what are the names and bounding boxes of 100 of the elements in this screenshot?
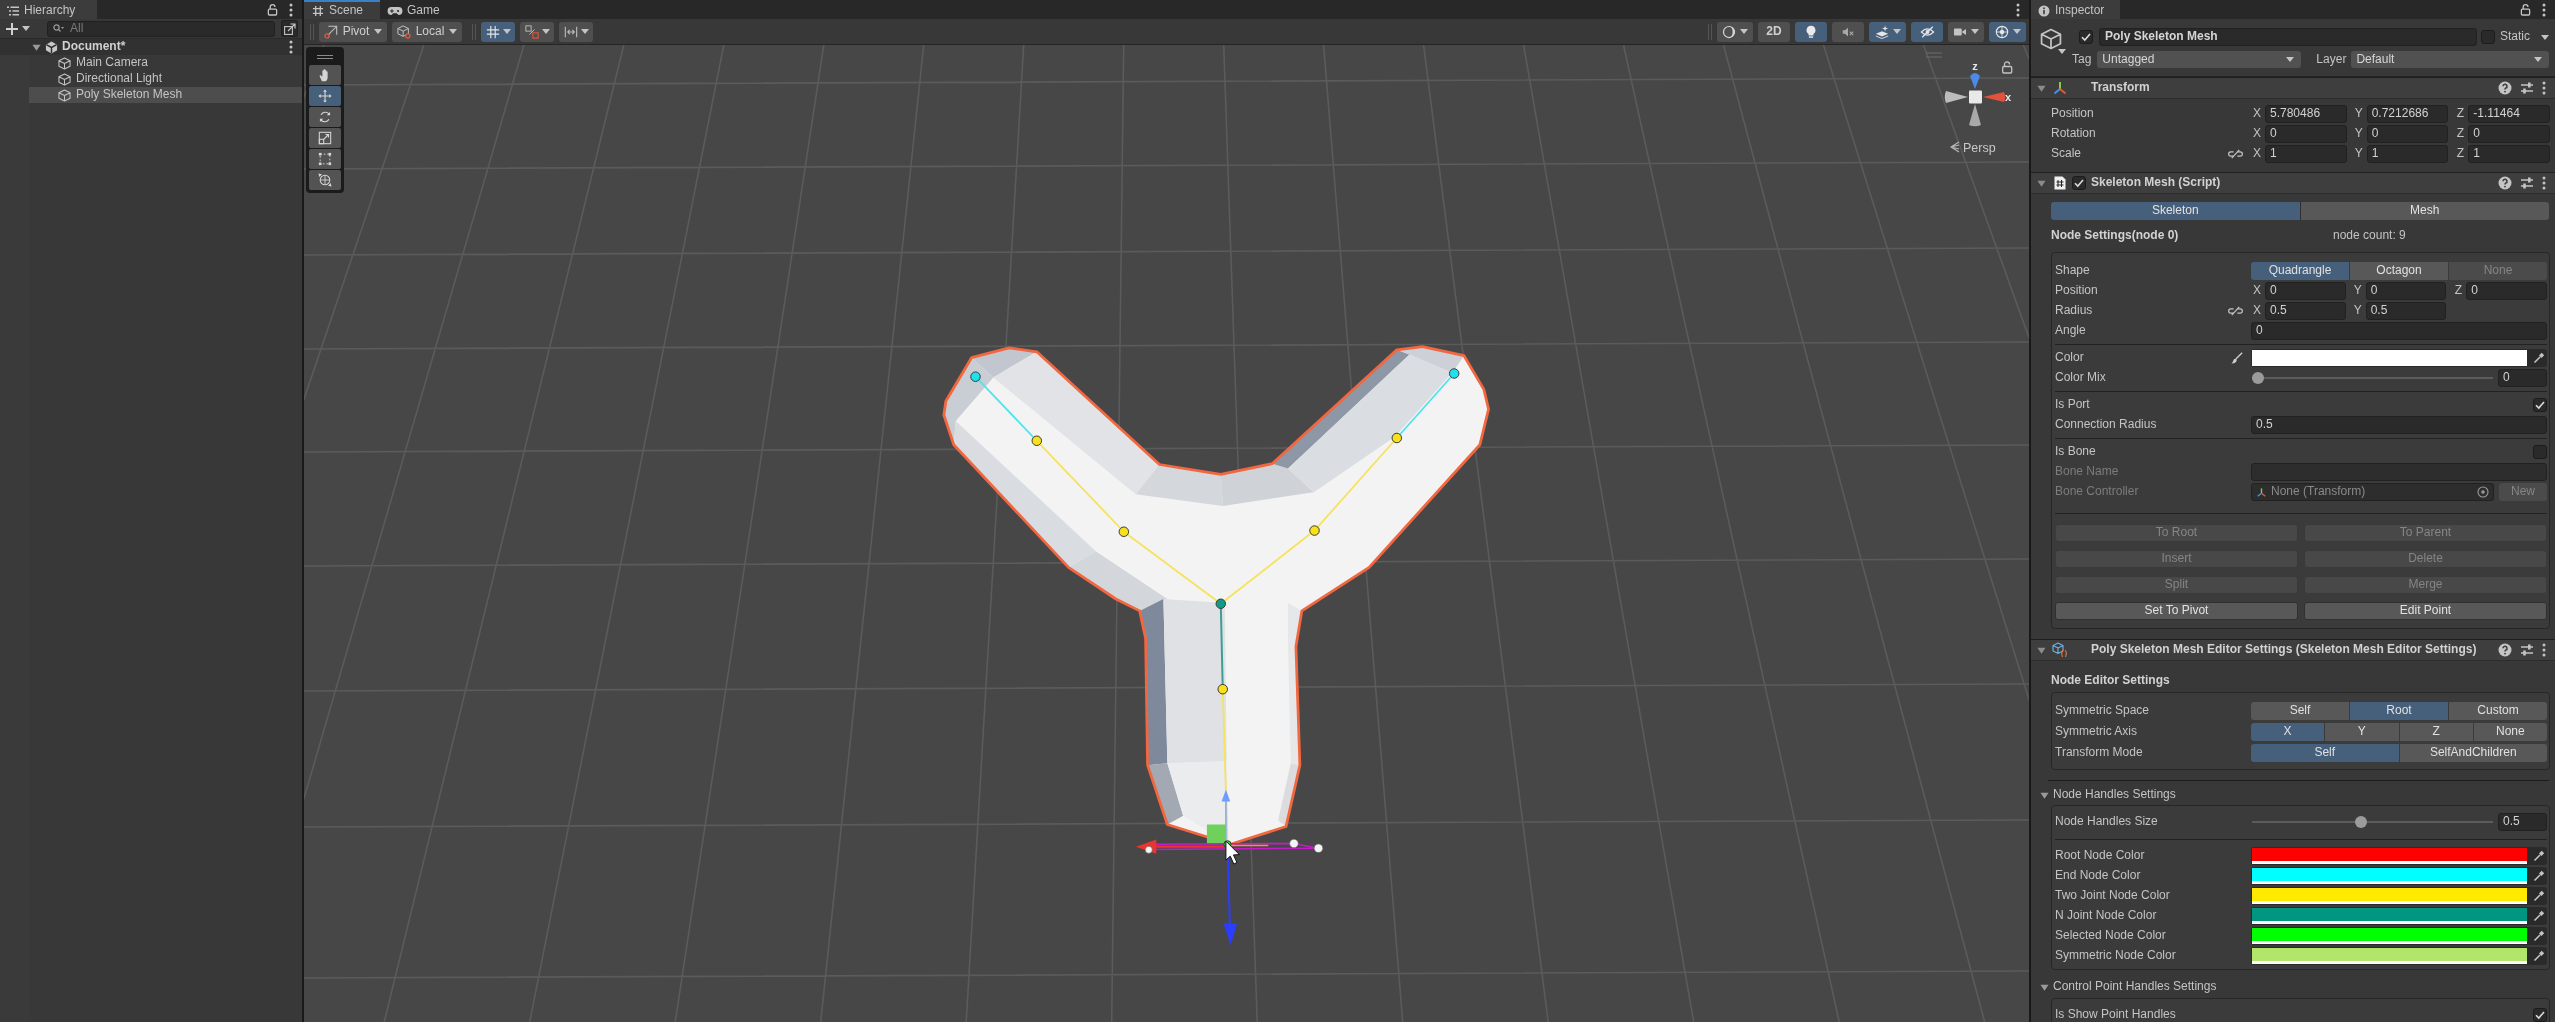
effects-button[interactable] [1869,21,1906,42]
tab[interactable]: Skeleton [2051,202,2300,220]
eyedropper-icon[interactable] [2533,930,2545,942]
foldout-arrow-icon[interactable] [2040,982,2049,992]
option-button[interactable]: None [2473,722,2547,741]
slider-thumb[interactable] [2355,816,2368,828]
unlinked-icon[interactable] [2228,149,2243,159]
color-field[interactable] [2251,927,2547,945]
help-icon[interactable] [2498,81,2512,95]
more-icon[interactable] [2542,176,2546,190]
panel-tab[interactable]: Hierarchy [0,0,98,19]
pivot-mode-button[interactable]: Pivot [319,21,387,42]
hand-tool[interactable] [309,65,341,85]
eyedropper-icon[interactable] [2533,870,2545,882]
node-handle-icon[interactable] [1118,526,1130,537]
foldout-arrow-icon[interactable] [2037,178,2046,188]
number-field[interactable]: 0 [2251,322,2547,340]
foldout-arrow-icon[interactable] [2037,83,2046,93]
projection-label[interactable]: Persp [1963,141,1996,155]
foldout-arrow-icon[interactable] [2040,790,2049,800]
eyedropper-icon[interactable] [2533,950,2545,962]
number-field[interactable]: 1 [2468,145,2550,163]
shading-mode-button[interactable] [1717,21,1753,42]
tree-item[interactable]: Main Camera [29,55,302,71]
number-field[interactable]: 0 [2498,369,2547,387]
slider-thumb[interactable] [2252,372,2264,384]
foldout-arrow-icon[interactable] [32,42,41,52]
more-icon[interactable] [2016,2,2020,17]
node-handle-icon[interactable] [1031,435,1043,446]
checkbox[interactable] [2533,445,2547,459]
option-button[interactable]: Self [2251,743,2399,762]
scale-tool[interactable] [309,128,341,148]
number-field[interactable]: 0.7212686 [2366,105,2449,123]
number-field[interactable]: 0.5 [2498,813,2547,831]
sliders-icon[interactable] [2520,176,2534,190]
more-icon[interactable] [2542,2,2546,17]
color-field[interactable] [2251,349,2547,367]
option-button[interactable]: Octagon [2350,261,2448,280]
node-handle-icon[interactable] [1215,598,1226,609]
option-button[interactable]: X [2251,722,2325,741]
number-field[interactable]: 0 [2265,125,2347,143]
component-header[interactable]: Transform [2031,77,2555,99]
eyedropper-icon[interactable] [2533,352,2545,364]
option-button[interactable]: Custom [2449,701,2547,720]
help-icon[interactable] [2498,643,2512,657]
axis-cone[interactable] [1944,91,1968,103]
grid-snap-button[interactable] [481,21,515,42]
color-field[interactable] [2251,907,2547,925]
component-header[interactable]: Skeleton Mesh (Script) [2031,172,2555,194]
camera-button[interactable] [1948,21,1984,42]
foldout-arrow-icon[interactable] [2037,645,2046,655]
tree-item[interactable]: Poly Skeleton Mesh [29,87,302,103]
2d-button[interactable]: 2D [1758,21,1790,42]
node-handle-icon[interactable] [1448,368,1460,379]
popout-button[interactable] [281,20,298,37]
node-handle-icon[interactable] [1391,432,1403,444]
gizmos-button[interactable] [1989,21,2026,42]
transform-tool[interactable] [309,170,341,190]
option-button[interactable]: Root [2350,701,2448,720]
number-field[interactable]: 0 [2466,282,2547,300]
mesh-surface[interactable] [942,345,1490,846]
number-field[interactable]: 0.5 [2265,302,2346,320]
checkbox[interactable] [2481,30,2495,44]
eyedropper-icon[interactable] [2533,850,2545,862]
more-icon[interactable] [2542,643,2546,657]
panel-tab[interactable]: Inspector [2031,0,2121,19]
lighting-button[interactable] [1795,21,1827,42]
component-header[interactable]: Poly Skeleton Mesh Editor Settings (Skeleton Mesh Editor Settings) [2031,639,2555,661]
align-button[interactable] [559,21,593,42]
help-icon[interactable] [2498,176,2512,190]
axis-label[interactable]: x [2004,91,2012,103]
target-icon[interactable] [2477,486,2489,498]
option-button[interactable]: Quadrangle [2251,261,2349,280]
lock-icon[interactable] [2002,61,2013,74]
lock-icon[interactable] [267,3,278,16]
node-handle-icon[interactable] [1217,683,1228,695]
number-field[interactable]: 0 [2365,282,2447,300]
option-button[interactable]: Z [2399,722,2473,741]
number-field[interactable]: 0 [2265,282,2346,300]
number-field[interactable]: 0 [2468,125,2550,143]
handle-line[interactable] [1229,844,1270,847]
action-button[interactable]: Set To Pivot [2055,602,2298,620]
lock-icon[interactable] [2520,3,2531,16]
eyedropper-icon[interactable] [2533,890,2545,902]
control-point-icon[interactable] [1144,845,1153,854]
color-field[interactable] [2251,947,2547,965]
visibility-button[interactable] [1911,21,1943,42]
drag-handle-icon[interactable] [1925,52,1943,58]
foldout-header[interactable]: Control Point Handles Settings [2040,979,2555,995]
unlinked-icon[interactable] [2228,306,2243,316]
sliders-icon[interactable] [2520,81,2534,95]
audio-button[interactable] [1832,21,1864,42]
option-button[interactable]: Self [2251,701,2349,720]
node-handle-icon[interactable] [970,371,981,382]
pivot-rotation-button[interactable]: Local [392,21,462,42]
number-field[interactable]: 1 [2265,145,2347,163]
number-field[interactable]: 0.5 [2365,302,2447,320]
number-field[interactable]: 5.780486 [2265,105,2347,123]
search-field[interactable]: All [47,20,275,37]
color-field[interactable] [2251,887,2547,905]
